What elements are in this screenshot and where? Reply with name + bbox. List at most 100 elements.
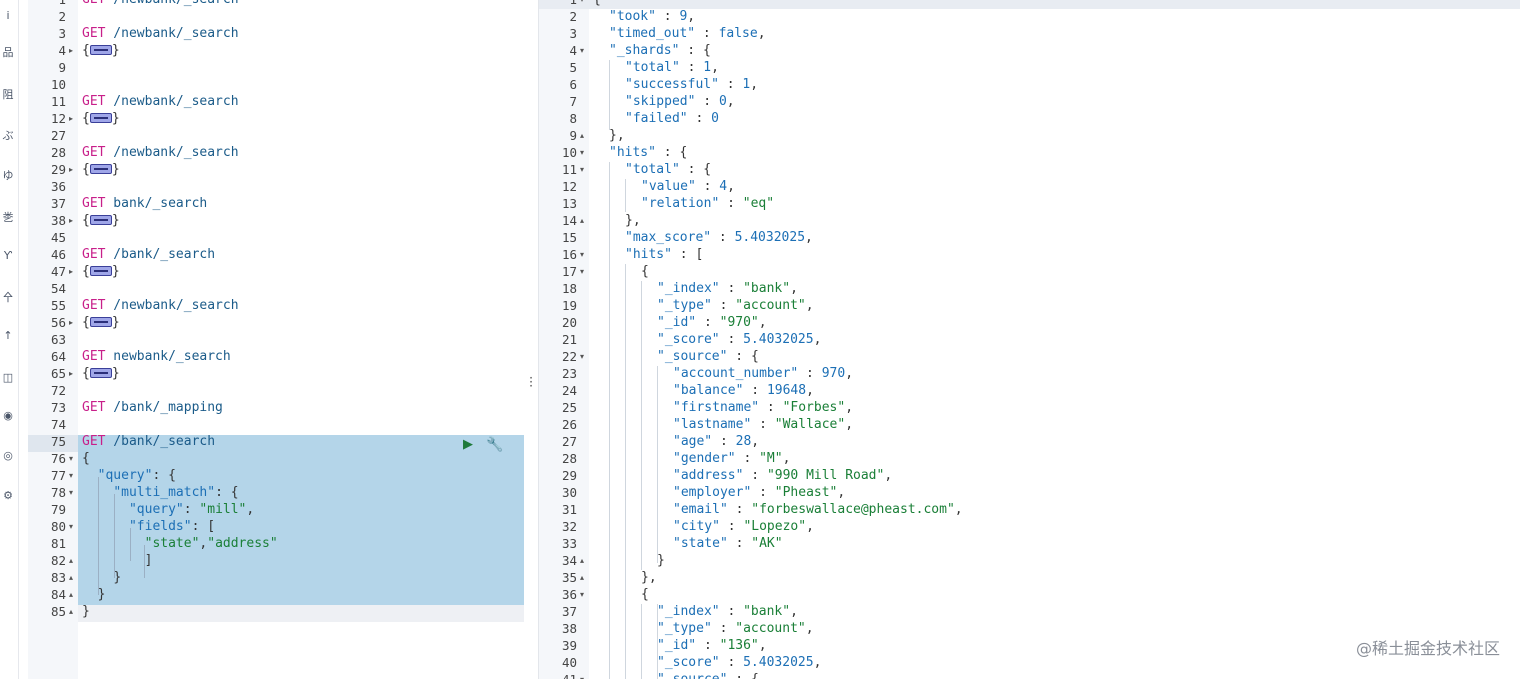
- nav-rail-icon[interactable]: Ƴ: [0, 248, 16, 264]
- fold-toggle-icon[interactable]: ▾: [69, 518, 77, 535]
- fold-toggle-icon[interactable]: ▴: [69, 586, 77, 603]
- json-key: "state": [673, 536, 728, 551]
- fold-toggle-icon[interactable]: ▾: [580, 144, 588, 161]
- json-punct: ,: [757, 26, 766, 41]
- line-number: 85: [50, 604, 66, 619]
- fold-toggle-icon[interactable]: ▴: [580, 552, 588, 569]
- fold-toggle-icon[interactable]: ▾: [580, 0, 588, 8]
- line-code: "hits" : {: [609, 144, 687, 161]
- line-code: GET /bank/_search: [82, 433, 215, 450]
- fold-toggle-icon[interactable]: ▸: [69, 110, 77, 127]
- editor-line: 11 GET /newbank/_search: [28, 93, 524, 110]
- output-line: 2 "took" : 9,: [539, 8, 1520, 25]
- editor-lines[interactable]: 1 GET /newbank/_search 2 3 GET /newbank/_sea…: [28, 0, 524, 620]
- json-punct: {: [750, 349, 759, 364]
- fold-toggle-icon[interactable]: ▾: [580, 671, 588, 679]
- nav-rail-icon[interactable]: 㐃: [0, 290, 16, 306]
- drag-handle-icon[interactable]: · · ·: [527, 372, 535, 392]
- collapsed-body-icon[interactable]: [89, 266, 112, 276]
- fold-toggle-icon[interactable]: ▴: [580, 212, 588, 229]
- pane-splitter[interactable]: · · ·: [524, 0, 539, 679]
- fold-toggle-icon[interactable]: ▾: [580, 263, 588, 280]
- fold-toggle-icon[interactable]: ▸: [69, 42, 77, 59]
- line-number: 79: [50, 502, 66, 517]
- nav-rail-icon[interactable]: 㐘: [0, 210, 16, 226]
- line-number: 63: [50, 332, 66, 347]
- json-value: "bank": [743, 604, 791, 619]
- nav-rail-icon[interactable]: ◎: [0, 448, 16, 464]
- http-method: GET: [82, 434, 106, 449]
- wrench-icon[interactable]: 🔧: [486, 437, 504, 453]
- line-number: 36: [561, 587, 577, 602]
- response-output[interactable]: 1▾{2"took" : 9,3"timed_out" : false,4▾"_…: [539, 0, 1520, 679]
- nav-rail-icon[interactable]: i: [0, 8, 16, 24]
- indent-guide: [144, 545, 145, 578]
- json-punct: {: [702, 43, 711, 58]
- line-number: 21: [561, 332, 577, 347]
- fold-toggle-icon[interactable]: ▴: [580, 127, 588, 144]
- brace-open: {: [82, 366, 90, 381]
- line-number: 35: [561, 570, 577, 585]
- collapsed-body-icon[interactable]: [89, 45, 112, 55]
- fold-toggle-icon[interactable]: ▾: [580, 161, 588, 178]
- json-punct: :: [711, 298, 736, 313]
- fold-toggle-icon[interactable]: ▸: [69, 365, 77, 382]
- fold-toggle-icon[interactable]: ▴: [69, 569, 77, 586]
- fold-toggle-icon[interactable]: ▴: [69, 552, 77, 569]
- editor-line: 82 ▴ ]: [28, 552, 524, 569]
- line-number: 34: [561, 553, 577, 568]
- fold-toggle-icon[interactable]: ▴: [580, 569, 588, 586]
- collapsed-body-icon[interactable]: [89, 368, 112, 378]
- fold-toggle-icon[interactable]: ▾: [580, 348, 588, 365]
- line-code: GET /newbank/_search: [82, 144, 239, 161]
- json-key: "successful": [625, 77, 719, 92]
- nav-rail-icon[interactable]: 品: [0, 45, 16, 61]
- fold-toggle-icon[interactable]: ▾: [69, 467, 77, 484]
- json-value: "bank": [743, 281, 791, 296]
- nav-rail-icon[interactable]: ↑: [0, 328, 16, 344]
- fold-toggle-icon[interactable]: ▴: [69, 603, 77, 620]
- request-editor[interactable]: 1 GET /newbank/_search 2 3 GET /newbank/_sea…: [28, 0, 524, 679]
- nav-rail-icon[interactable]: ゆ: [0, 168, 16, 184]
- fold-toggle-icon[interactable]: ▾: [580, 246, 588, 263]
- json-key: "account_number": [673, 366, 799, 381]
- json-punct: :: [679, 43, 703, 58]
- fold-toggle-icon[interactable]: ▸: [69, 263, 77, 280]
- line-number: 5: [569, 60, 577, 75]
- nav-rail-icon[interactable]: ◫: [0, 370, 16, 386]
- collapsed-body-icon[interactable]: [89, 113, 112, 123]
- nav-rail-icon[interactable]: 阻: [0, 87, 16, 103]
- fold-toggle-icon[interactable]: ▾: [580, 586, 588, 603]
- line-code: "employer" : "Pheast",: [673, 484, 845, 501]
- json-key: "_index": [657, 604, 720, 619]
- collapsed-body-icon[interactable]: [89, 317, 112, 327]
- fold-toggle-icon[interactable]: ▾: [69, 484, 77, 501]
- line-code: GET newbank/_search: [82, 348, 231, 365]
- json-punct: }: [82, 604, 90, 619]
- line-code: GET /bank/_search: [82, 246, 215, 263]
- line-number: 14: [561, 213, 577, 228]
- json-value: "eq": [742, 196, 775, 211]
- line-code: "relation" : "eq": [641, 195, 774, 212]
- json-key: "age": [673, 434, 713, 449]
- json-punct: :: [679, 60, 704, 75]
- fold-toggle-icon[interactable]: ▸: [69, 212, 77, 229]
- fold-toggle-icon[interactable]: ▾: [580, 42, 588, 59]
- collapsed-body-icon[interactable]: [89, 164, 112, 174]
- collapsed-body-icon[interactable]: [89, 215, 112, 225]
- fold-toggle-icon[interactable]: ▸: [69, 161, 77, 178]
- fold-toggle-icon[interactable]: ▸: [69, 314, 77, 331]
- fold-toggle-icon[interactable]: ▾: [69, 450, 77, 467]
- nav-rail-icon[interactable]: ぶ: [0, 128, 16, 144]
- json-punct: ,: [884, 468, 893, 483]
- json-value: "Wallace": [774, 417, 846, 432]
- editor-line: 73 GET /bank/_mapping: [28, 399, 524, 416]
- play-icon[interactable]: ▶: [460, 437, 476, 453]
- nav-rail-icon[interactable]: ◉: [0, 408, 16, 424]
- line-number: 12: [561, 179, 577, 194]
- json-punct: :: [719, 655, 744, 670]
- nav-rail-icon[interactable]: ⚙: [0, 488, 16, 504]
- editor-line: 85 ▴}: [28, 603, 524, 620]
- line-code: },: [609, 127, 625, 144]
- line-code: "multi_match": {: [82, 484, 238, 501]
